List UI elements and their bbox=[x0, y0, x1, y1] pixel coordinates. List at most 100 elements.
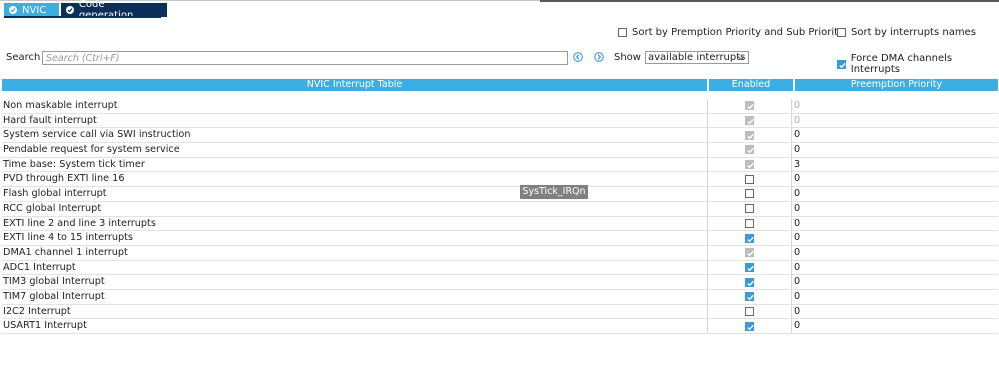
sort-premption-option[interactable]: Sort by Premption Priority and Sub Prior… bbox=[618, 27, 844, 38]
header-interrupt-table[interactable]: NVIC Interrupt Table bbox=[2, 79, 707, 91]
enabled-checkbox[interactable] bbox=[745, 218, 754, 228]
sort-premption-checkbox[interactable] bbox=[618, 28, 627, 37]
enabled-checkbox bbox=[745, 160, 754, 170]
tab-code-generation[interactable]: Code generation bbox=[61, 0, 167, 21]
header-preemption-priority[interactable]: Preemption Priority bbox=[793, 79, 998, 91]
preemption-priority-cell[interactable]: 0 bbox=[791, 231, 994, 245]
interrupt-name: System service call via SWI instruction bbox=[3, 129, 191, 141]
table-header-gap bbox=[2, 91, 998, 99]
table-row[interactable]: Time base: System tick timer 3 bbox=[2, 157, 998, 173]
check-circle-icon bbox=[9, 6, 17, 14]
preemption-priority-cell[interactable]: 0 bbox=[791, 289, 994, 304]
preemption-priority-cell[interactable]: 0 bbox=[791, 275, 994, 289]
next-icon[interactable] bbox=[594, 52, 604, 62]
preemption-priority-cell[interactable]: 0 bbox=[791, 260, 994, 275]
enabled-cell bbox=[707, 216, 791, 231]
enabled-cell bbox=[707, 143, 791, 157]
show-label: Show bbox=[614, 52, 641, 63]
interrupt-name: ADC1 Interrupt bbox=[3, 261, 76, 273]
preemption-priority-cell[interactable]: 0 bbox=[791, 216, 994, 231]
interrupt-name: I2C2 Interrupt bbox=[3, 305, 71, 317]
enabled-checkbox[interactable] bbox=[745, 321, 754, 331]
table-row[interactable]: DMA1 channel 1 interrupt 0 bbox=[2, 245, 998, 261]
previous-icon[interactable] bbox=[573, 52, 583, 62]
sort-premption-label: Sort by Premption Priority and Sub Prior… bbox=[632, 27, 845, 38]
table-row[interactable]: TIM3 global Interrupt 0 bbox=[2, 275, 998, 290]
table-row[interactable]: USART1 Interrupt 0 bbox=[2, 319, 998, 334]
enabled-cell bbox=[707, 99, 791, 113]
enabled-checkbox[interactable] bbox=[745, 204, 754, 214]
enabled-checkbox[interactable] bbox=[745, 292, 754, 302]
enabled-cell bbox=[707, 260, 791, 275]
enabled-cell bbox=[707, 231, 791, 245]
table-body: Non maskable interrupt 0 Hard fault interr… bbox=[2, 99, 998, 334]
table-row[interactable]: Hard fault interrupt 0 bbox=[2, 113, 998, 129]
enabled-checkbox[interactable] bbox=[745, 306, 754, 316]
table-row[interactable]: Non maskable interrupt 0 bbox=[2, 99, 998, 114]
force-dma-checkbox[interactable] bbox=[837, 59, 846, 69]
interrupt-name: RCC global Interrupt bbox=[3, 202, 102, 214]
force-dma-label: Force DMA channels Interrupts bbox=[850, 53, 953, 75]
preemption-priority-cell[interactable]: 0 bbox=[791, 245, 994, 260]
preemption-priority-cell[interactable]: 0 bbox=[791, 201, 994, 216]
table-row[interactable]: PVD through EXTI line 16 0 bbox=[2, 172, 998, 188]
enabled-checkbox bbox=[745, 130, 754, 140]
header-enabled[interactable]: Enabled bbox=[707, 79, 793, 91]
search-input[interactable] bbox=[42, 51, 568, 65]
interrupt-name: Pendable request for system service bbox=[3, 144, 180, 156]
interrupt-name: Non maskable interrupt bbox=[3, 100, 118, 111]
preemption-priority-cell[interactable]: 0 bbox=[791, 172, 994, 187]
enabled-checkbox[interactable] bbox=[745, 233, 754, 243]
enabled-cell bbox=[707, 304, 791, 319]
table-row[interactable]: TIM7 global Interrupt 0 bbox=[2, 289, 998, 305]
enabled-checkbox bbox=[745, 145, 754, 155]
nvic-interrupt-table: NVIC Interrupt Table Enabled Preemption … bbox=[2, 79, 998, 334]
tab-nvic[interactable]: NVIC bbox=[4, 3, 59, 17]
enabled-cell bbox=[707, 275, 791, 289]
tab-label: NVIC bbox=[22, 4, 47, 16]
enabled-cell bbox=[707, 289, 791, 304]
table-row[interactable]: I2C2 Interrupt 0 bbox=[2, 304, 998, 320]
preemption-priority-cell[interactable]: 0 bbox=[791, 319, 994, 333]
table-row[interactable]: System service call via SWI instruction 0 bbox=[2, 128, 998, 144]
enabled-checkbox[interactable] bbox=[745, 174, 754, 184]
enabled-cell bbox=[707, 319, 791, 333]
enabled-cell bbox=[707, 201, 791, 216]
interrupt-name: TIM7 global Interrupt bbox=[3, 290, 105, 302]
enabled-cell bbox=[707, 245, 791, 260]
interrupt-name: Flash global interrupt bbox=[3, 188, 107, 200]
show-filter-select[interactable]: available interrupts bbox=[645, 51, 749, 64]
top-border-dark bbox=[540, 0, 999, 2]
interrupt-name: Hard fault interrupt bbox=[3, 114, 97, 126]
enabled-cell bbox=[707, 187, 791, 201]
enabled-checkbox[interactable] bbox=[745, 277, 754, 287]
preemption-priority-cell[interactable]: 0 bbox=[791, 128, 994, 143]
interrupt-name: PVD through EXTI line 16 bbox=[3, 173, 125, 185]
sort-names-checkbox[interactable] bbox=[837, 28, 846, 37]
force-dma-option[interactable]: Force DMA channels Interrupts bbox=[837, 53, 999, 75]
table-row[interactable]: Flash global interrupt 0 bbox=[2, 187, 998, 202]
table-row[interactable]: RCC global Interrupt 0 bbox=[2, 201, 998, 217]
interrupt-name: TIM3 global Interrupt bbox=[3, 276, 105, 288]
table-row[interactable]: Pendable request for system service 0 bbox=[2, 143, 998, 158]
preemption-priority-cell[interactable]: 3 bbox=[791, 157, 994, 172]
chevron-down-icon bbox=[737, 56, 745, 61]
enabled-cell bbox=[707, 128, 791, 143]
table-row[interactable]: EXTI line 2 and line 3 interrupts 0 bbox=[2, 216, 998, 232]
preemption-priority-cell[interactable]: 0 bbox=[791, 187, 994, 201]
table-row[interactable]: ADC1 Interrupt 0 bbox=[2, 260, 998, 276]
enabled-checkbox bbox=[745, 101, 754, 111]
enabled-checkbox[interactable] bbox=[745, 189, 754, 199]
sort-names-option[interactable]: Sort by interrupts names bbox=[837, 27, 976, 38]
enabled-checkbox[interactable] bbox=[745, 262, 754, 272]
interrupt-name: EXTI line 4 to 15 interrupts bbox=[3, 232, 133, 244]
enabled-checkbox bbox=[745, 248, 754, 258]
table-row[interactable]: EXTI line 4 to 15 interrupts 0 bbox=[2, 231, 998, 246]
tooltip: SysTick_IRQn bbox=[520, 185, 588, 199]
enabled-checkbox bbox=[745, 116, 754, 126]
preemption-priority-cell[interactable]: 0 bbox=[791, 304, 994, 319]
table-header: NVIC Interrupt Table Enabled Preemption … bbox=[2, 79, 998, 91]
enabled-cell bbox=[707, 157, 791, 172]
enabled-cell bbox=[707, 172, 791, 187]
preemption-priority-cell[interactable]: 0 bbox=[791, 143, 994, 157]
